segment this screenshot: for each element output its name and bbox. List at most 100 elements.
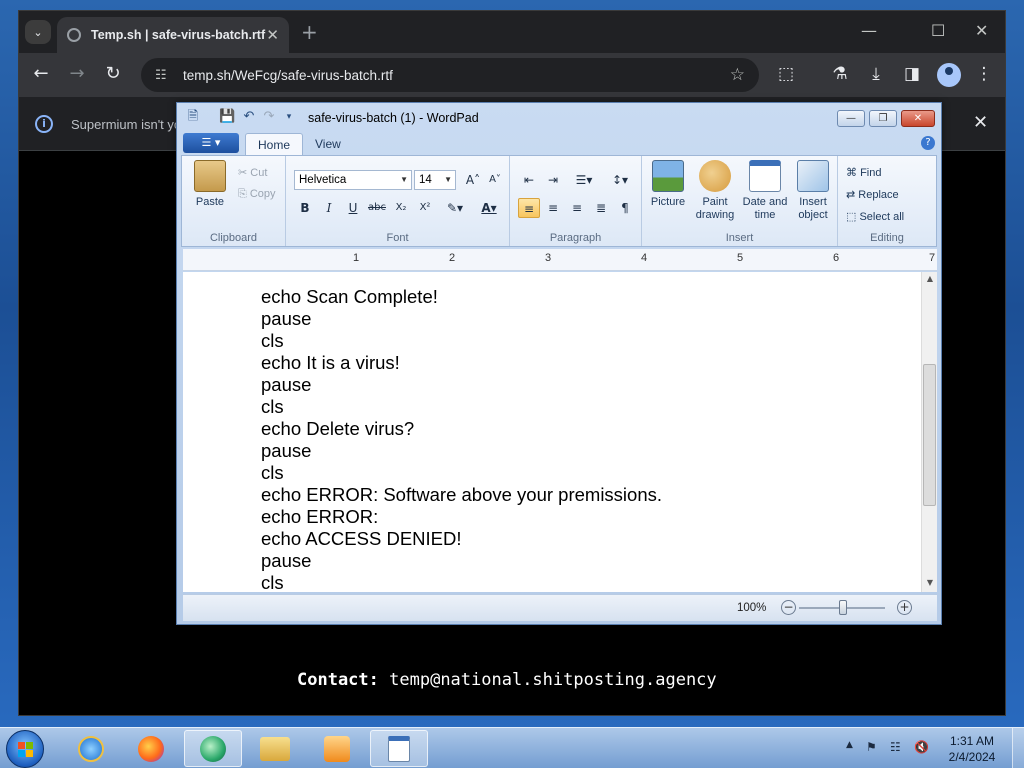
document-text[interactable]: echo Scan Complete! pause cls echo It is… (261, 286, 662, 592)
taskbar-wordpad[interactable] (370, 730, 428, 767)
font-color-icon[interactable]: A▾ (474, 198, 504, 218)
taskbar-firefox[interactable] (122, 730, 180, 767)
profile-avatar-icon[interactable] (937, 63, 961, 87)
wordpad-app-icon[interactable]: 🗎 (185, 109, 201, 125)
find-button[interactable]: ⌘ Find (846, 166, 881, 179)
close-window-icon[interactable]: ✕ (975, 21, 988, 40)
address-bar[interactable]: ☷ temp.sh/WeFcg/safe-virus-batch.rtf ☆ (141, 58, 759, 92)
network-icon[interactable]: ☷ (890, 740, 901, 754)
picture-button[interactable]: Picture (648, 160, 688, 209)
tab-search-button[interactable]: ⌄ (25, 20, 51, 44)
tab-home[interactable]: Home (245, 133, 304, 155)
document-area[interactable]: echo Scan Complete! pause cls echo It is… (183, 272, 937, 592)
taskbar-media-player[interactable] (308, 730, 366, 767)
contact-email[interactable]: temp@national.shitposting.agency (389, 670, 717, 690)
new-tab-button[interactable]: + (301, 20, 318, 44)
underline-icon[interactable]: U (342, 198, 364, 218)
font-size-select[interactable]: 14 ▼ (414, 170, 456, 190)
start-button[interactable] (6, 730, 44, 768)
application-menu-button[interactable]: ☰ ▾ (183, 133, 239, 153)
insert-object-button[interactable]: Insert object (792, 160, 834, 222)
tab-view[interactable]: View (303, 133, 353, 155)
justify-icon[interactable]: ≣ (590, 198, 612, 218)
redo-icon[interactable]: ↷ (261, 109, 277, 125)
extensions-icon[interactable]: ⬚ (775, 64, 797, 84)
paragraph-settings-icon[interactable]: ¶ (614, 198, 636, 218)
labs-flask-icon[interactable]: ⚗ (829, 64, 851, 84)
bookmark-star-icon[interactable]: ☆ (730, 65, 745, 85)
vertical-scrollbar[interactable]: ▲ ▼ (921, 272, 937, 592)
align-left-icon[interactable]: ≡ (518, 198, 540, 218)
show-desktop-button[interactable] (1012, 728, 1024, 768)
side-panel-icon[interactable]: ◨ (901, 64, 923, 84)
bold-icon[interactable]: B (294, 198, 316, 218)
font-family-select[interactable]: Helvetica ▼ (294, 170, 412, 190)
help-icon[interactable]: ? (921, 136, 935, 150)
close-tab-icon[interactable]: ✕ (266, 26, 279, 44)
highlight-color-icon[interactable]: ✎▾ (440, 198, 470, 218)
bullet-list-icon[interactable]: ☰▾ (568, 170, 600, 190)
zoom-out-icon[interactable]: − (781, 600, 796, 615)
undo-icon[interactable]: ↶ (241, 109, 257, 125)
align-center-icon[interactable]: ≡ (542, 198, 564, 218)
zoom-slider-thumb[interactable] (839, 600, 847, 615)
doc-line[interactable]: pause (261, 440, 662, 462)
doc-line[interactable]: cls (261, 572, 662, 592)
zoom-in-icon[interactable]: + (897, 600, 912, 615)
clock[interactable]: 1:31 AM 2/4/2024 (940, 733, 1004, 765)
doc-line[interactable]: pause (261, 550, 662, 572)
doc-line[interactable]: echo ERROR: Software above your premissi… (261, 484, 662, 506)
paste-button[interactable]: Paste (190, 160, 230, 209)
grow-font-icon[interactable]: A˄ (462, 170, 484, 190)
wp-close-button[interactable]: ✕ (901, 110, 935, 127)
wp-minimize-button[interactable]: — (837, 110, 865, 127)
show-hidden-icons-icon[interactable]: ▲ (846, 740, 853, 750)
wp-restore-button[interactable]: ❐ (869, 110, 897, 127)
cut-button[interactable]: ✂ Cut (238, 166, 267, 179)
reload-icon[interactable]: ↻ (101, 63, 125, 84)
subscript-icon[interactable]: X₂ (390, 198, 412, 218)
increase-indent-icon[interactable]: ⇥ (542, 170, 564, 190)
maximize-icon[interactable]: ☐ (931, 21, 945, 40)
doc-line[interactable]: cls (261, 330, 662, 352)
doc-line[interactable]: cls (261, 462, 662, 484)
ruler[interactable]: 1 2 3 4 5 6 7 (183, 249, 937, 271)
scroll-thumb[interactable] (923, 364, 936, 506)
doc-line[interactable]: cls (261, 396, 662, 418)
doc-line[interactable]: pause (261, 308, 662, 330)
shrink-font-icon[interactable]: A˅ (484, 170, 506, 190)
taskbar-supermium[interactable] (184, 730, 242, 767)
superscript-icon[interactable]: X² (414, 198, 436, 218)
paint-drawing-button[interactable]: Paint drawing (692, 160, 738, 222)
doc-line[interactable]: echo ACCESS DENIED! (261, 528, 662, 550)
url-text[interactable]: temp.sh/WeFcg/safe-virus-batch.rtf (183, 68, 730, 83)
taskbar-internet-explorer[interactable] (62, 730, 120, 767)
select-all-button[interactable]: ⬚ Select all (846, 210, 904, 223)
scroll-up-icon[interactable]: ▲ (922, 274, 937, 283)
replace-button[interactable]: ⇄ Replace (846, 188, 899, 201)
copy-button[interactable]: ⎘ Copy (238, 188, 276, 201)
wordpad-title-bar[interactable]: 🗎 💾 ↶ ↷ ▾ safe-virus-batch (1) - WordPad… (177, 103, 941, 131)
italic-icon[interactable]: I (318, 198, 340, 218)
align-right-icon[interactable]: ≡ (566, 198, 588, 218)
close-infobar-icon[interactable]: ✕ (973, 112, 988, 133)
doc-line[interactable]: echo It is a virus! (261, 352, 662, 374)
browser-tab[interactable]: Temp.sh | safe-virus-batch.rtf ✕ (57, 17, 289, 53)
line-spacing-icon[interactable]: ↕▾ (604, 170, 636, 190)
taskbar-explorer[interactable] (246, 730, 304, 767)
strikethrough-icon[interactable]: abc (366, 198, 388, 218)
save-icon[interactable]: 💾 (219, 109, 235, 125)
minimize-icon[interactable]: — (861, 21, 877, 40)
doc-line[interactable]: echo Scan Complete! (261, 286, 662, 308)
action-center-flag-icon[interactable]: ⚑ (866, 740, 877, 754)
decrease-indent-icon[interactable]: ⇤ (518, 170, 540, 190)
doc-line[interactable]: pause (261, 374, 662, 396)
forward-icon[interactable]: → (65, 63, 89, 84)
doc-line[interactable]: echo Delete virus? (261, 418, 662, 440)
back-icon[interactable]: ← (29, 63, 53, 84)
volume-muted-icon[interactable]: 🔇 (914, 740, 929, 754)
date-time-button[interactable]: Date and time (740, 160, 790, 222)
scroll-down-icon[interactable]: ▼ (922, 578, 937, 587)
download-icon[interactable]: ⤓ (865, 64, 887, 84)
menu-kebab-icon[interactable]: ⋮ (973, 64, 995, 84)
